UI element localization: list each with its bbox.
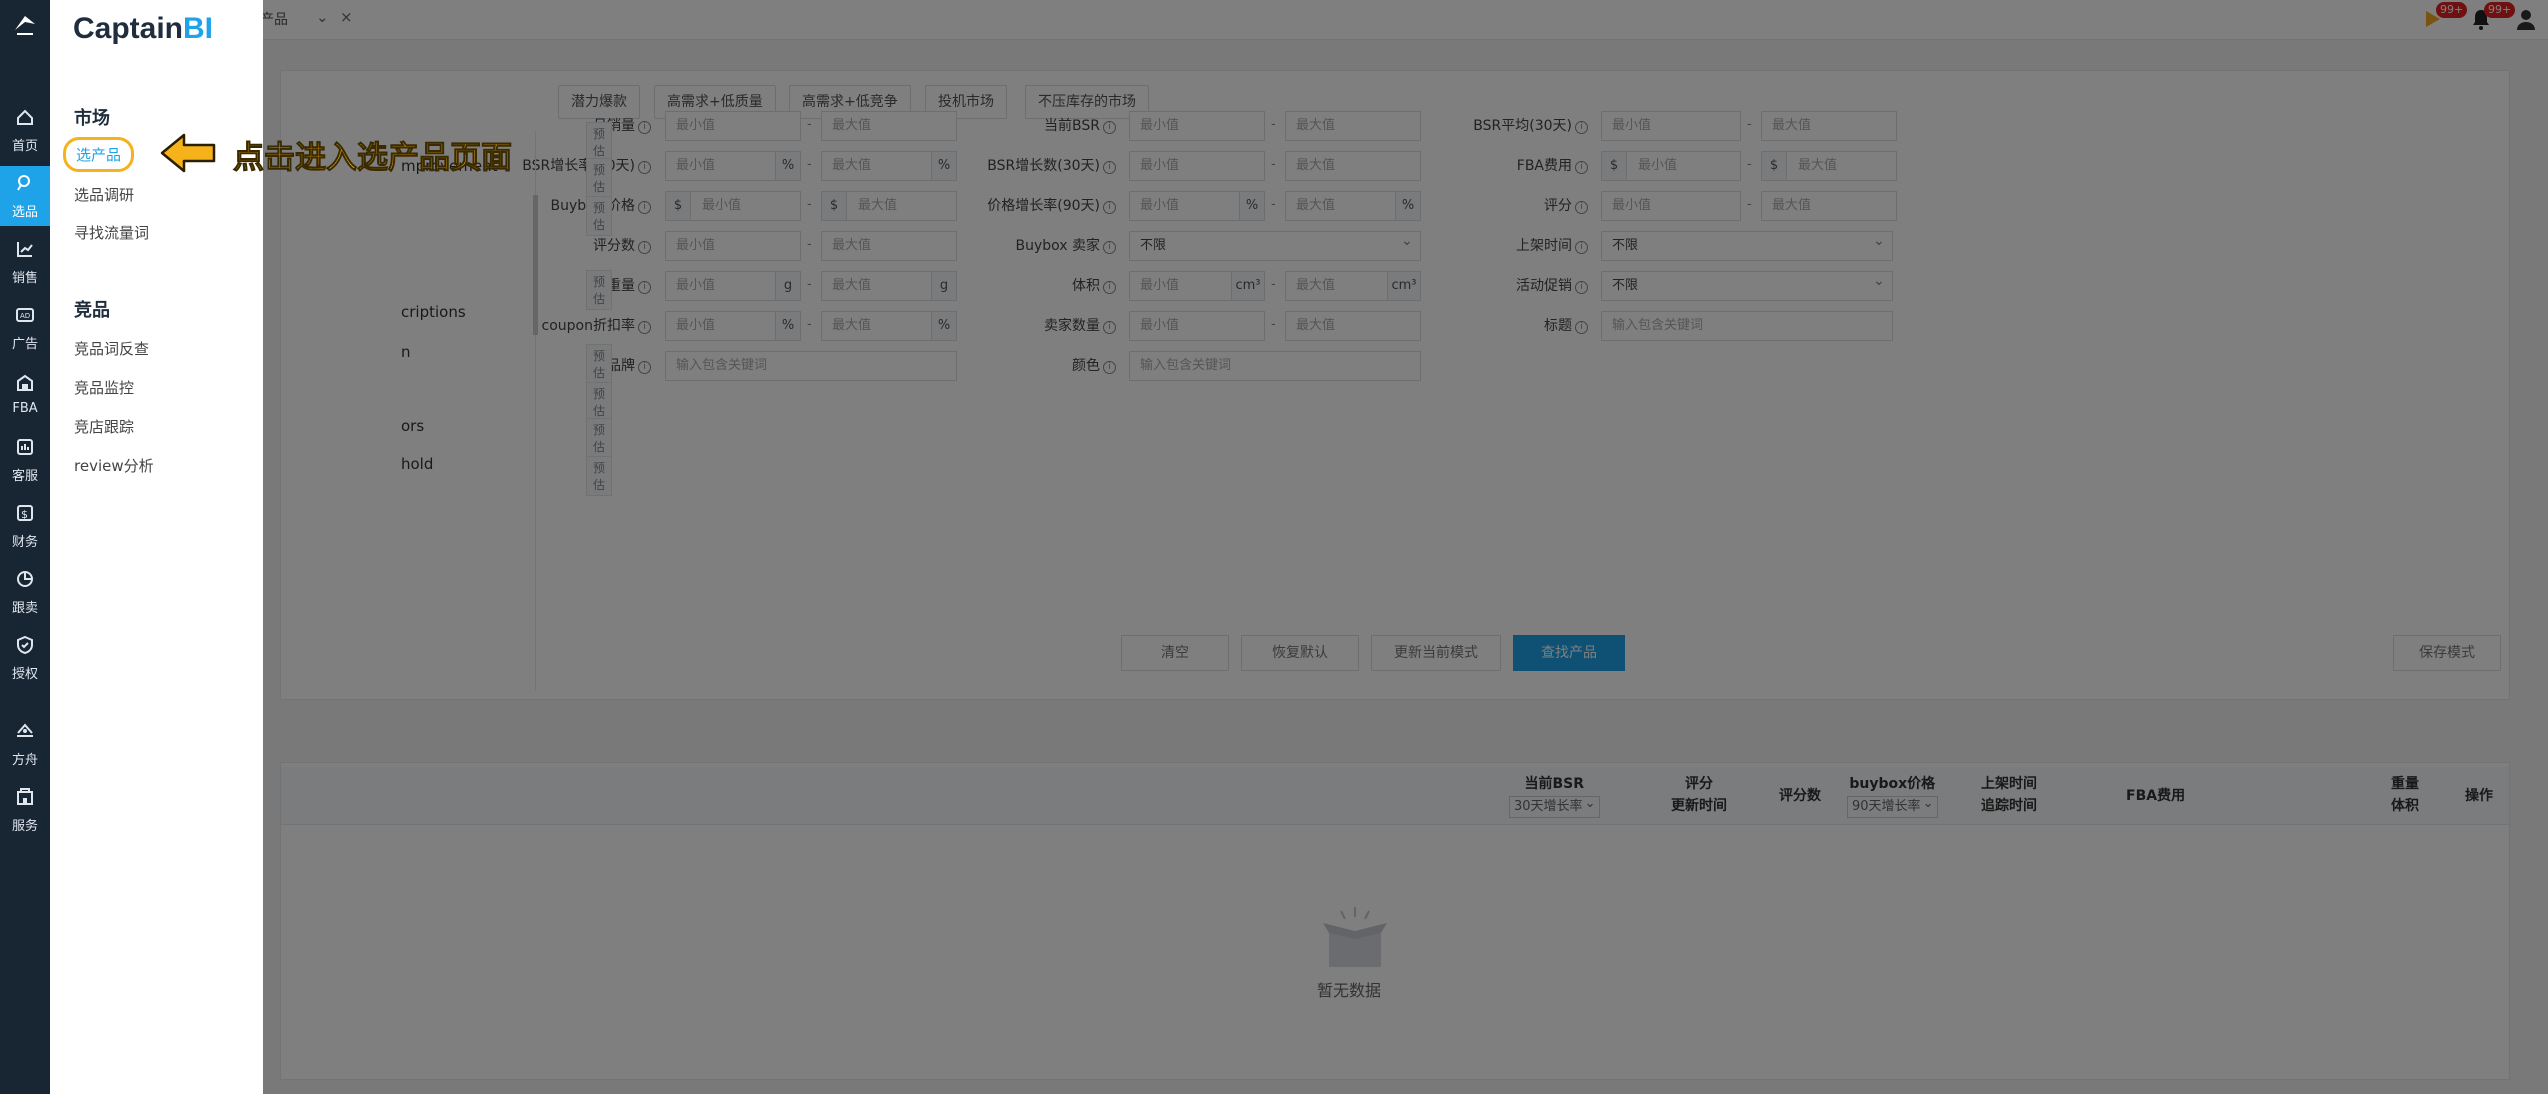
svg-text:$: $ (21, 508, 28, 521)
rail-item-6[interactable]: $ 财务 (0, 496, 50, 556)
rail-item-5[interactable]: 客服 (0, 430, 50, 490)
flyout-menu: CaptainBI 市场 选产品 选品调研 寻找流量词 竞品 竞品词反查 竞品监… (50, 0, 263, 1094)
rail-item-label: 选品 (11, 204, 38, 220)
brand-prefix: Captain (73, 12, 184, 45)
ad-icon: AD (15, 305, 35, 333)
rail-item-2[interactable]: 销售 (0, 232, 50, 292)
rail-item-label: 广告 (11, 336, 38, 352)
dollar-icon: $ (15, 503, 35, 531)
arrow-left-icon (160, 132, 218, 178)
rail-item-label: 跟卖 (11, 600, 38, 616)
warehouse-icon (15, 373, 35, 401)
rail-item-label: FBA (12, 400, 38, 416)
rail-item-label: 财务 (11, 534, 38, 550)
brand-suffix: BI (183, 12, 214, 45)
shield-check-icon (15, 635, 35, 663)
rail-item-10[interactable]: 服务 (0, 780, 50, 840)
rail-item-label: 方舟 (11, 752, 38, 768)
menu-item-keyword-reverse[interactable]: 竞品词反查 (74, 338, 149, 359)
menu-item-review-analysis[interactable]: review分析 (74, 455, 154, 476)
menu-group-market: 市场 (74, 108, 110, 129)
icon-sidebar: 首页选品销售 AD 广告 FBA 客服 $ 财务跟卖授权方舟服务 (0, 0, 50, 1094)
menu-group-competitor: 竞品 (74, 300, 110, 321)
rail-item-7[interactable]: 跟卖 (0, 562, 50, 622)
rail-item-3[interactable]: AD 广告 (0, 298, 50, 358)
menu-item-select-product[interactable]: 选产品 (63, 137, 135, 172)
rail-item-9[interactable]: 方舟 (0, 714, 50, 774)
building-icon (15, 787, 35, 815)
rail-item-label: 首页 (11, 138, 38, 154)
chat-icon (15, 437, 35, 465)
logo-icon[interactable] (11, 10, 39, 38)
callout-text: 点击进入选产品页面 (233, 140, 513, 177)
menu-item-product-research[interactable]: 选品调研 (74, 184, 134, 205)
menu-item-competitor-monitor[interactable]: 竞品监控 (74, 377, 134, 398)
home-icon (15, 107, 35, 135)
trend-chart-icon (15, 239, 35, 267)
rail-item-label: 授权 (11, 666, 38, 682)
ship-icon (15, 721, 35, 749)
rail-item-8[interactable]: 授权 (0, 628, 50, 688)
rail-item-1[interactable]: 选品 (0, 166, 50, 226)
rail-item-4[interactable]: FBA (0, 364, 50, 424)
rail-item-label: 客服 (11, 468, 38, 484)
brand-logo[interactable]: CaptainBI (73, 12, 213, 46)
menu-item-store-tracking[interactable]: 竞店跟踪 (74, 416, 134, 437)
svg-text:AD: AD (20, 312, 30, 320)
pie-chart-icon (15, 569, 35, 597)
search-icon (15, 173, 35, 201)
rail-item-label: 销售 (11, 270, 38, 286)
menu-item-traffic-keywords[interactable]: 寻找流量词 (74, 222, 149, 243)
rail-item-label: 服务 (11, 818, 38, 834)
rail-item-0[interactable]: 首页 (0, 100, 50, 160)
